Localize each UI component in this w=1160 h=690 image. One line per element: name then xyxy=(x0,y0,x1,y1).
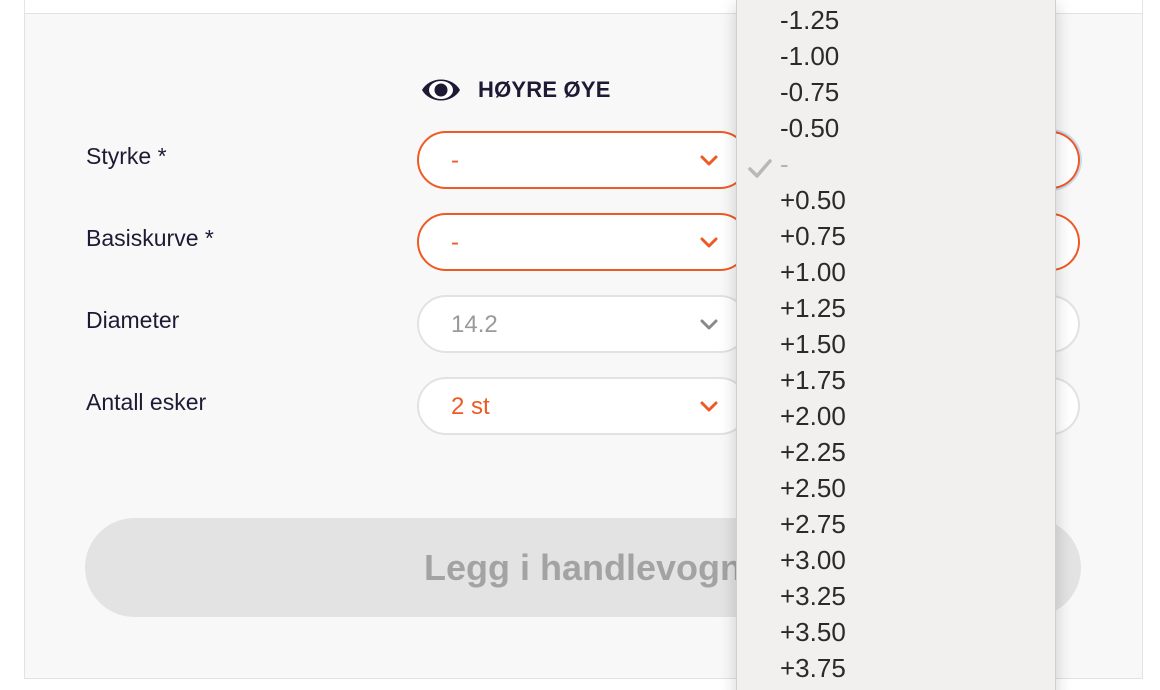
add-to-cart-label: Legg i handlevogn xyxy=(423,546,742,588)
eye-title: HØYRE ØYE xyxy=(478,77,611,102)
dropdown-option[interactable]: -1.00 xyxy=(737,38,1055,74)
dropdown-option-selected[interactable]: - xyxy=(737,146,1055,182)
field-label-antall-esker: Antall esker xyxy=(86,389,207,415)
chevron-down-icon xyxy=(699,318,719,337)
dropdown-option[interactable]: -0.75 xyxy=(737,74,1055,110)
dropdown-option[interactable]: +0.50 xyxy=(737,182,1055,218)
dropdown-option[interactable]: +2.25 xyxy=(737,434,1055,470)
dropdown-option[interactable]: +3.50 xyxy=(737,614,1055,650)
antall-esker-select-value: 2 st xyxy=(451,393,490,420)
basiskurve-select-value: - xyxy=(451,229,459,256)
chevron-down-icon xyxy=(699,400,719,419)
styrke-select[interactable]: - xyxy=(417,131,749,189)
dropdown-option[interactable]: +2.50 xyxy=(737,470,1055,506)
diameter-select[interactable]: 14.2 xyxy=(417,295,749,353)
dropdown-option[interactable]: +2.00 xyxy=(737,398,1055,434)
dropdown-option[interactable]: +1.25 xyxy=(737,290,1055,326)
eye-header: HØYRE ØYE xyxy=(420,72,611,108)
dropdown-option[interactable]: +2.75 xyxy=(737,506,1055,542)
product-options-page: HØYRE ØYE Styrke * - Basiskurve * - Diam… xyxy=(0,0,1160,690)
dropdown-option[interactable]: +0.75 xyxy=(737,218,1055,254)
field-label-basiskurve: Basiskurve * xyxy=(86,225,214,251)
dropdown-option[interactable]: +1.50 xyxy=(737,326,1055,362)
chevron-down-icon xyxy=(699,236,719,255)
dropdown-option[interactable]: -1.25 xyxy=(737,2,1055,38)
field-label-styrke: Styrke * xyxy=(86,143,167,169)
eye-icon xyxy=(420,74,462,106)
chevron-down-icon xyxy=(699,154,719,173)
diameter-select-value: 14.2 xyxy=(451,311,498,338)
dropdown-option[interactable]: +1.00 xyxy=(737,254,1055,290)
dropdown-option[interactable]: +3.75 xyxy=(737,650,1055,686)
styrke-dropdown-menu[interactable]: -1.25 -1.00 -0.75 -0.50 - +0.50 +0.75 +1… xyxy=(736,0,1056,690)
styrke-select-value: - xyxy=(451,147,459,174)
dropdown-option[interactable]: +1.75 xyxy=(737,362,1055,398)
dropdown-option[interactable]: -0.50 xyxy=(737,110,1055,146)
antall-esker-select[interactable]: 2 st xyxy=(417,377,749,435)
dropdown-option[interactable]: +3.00 xyxy=(737,542,1055,578)
field-label-diameter: Diameter xyxy=(86,307,180,333)
basiskurve-select[interactable]: - xyxy=(417,213,749,271)
dropdown-option[interactable]: +3.25 xyxy=(737,578,1055,614)
